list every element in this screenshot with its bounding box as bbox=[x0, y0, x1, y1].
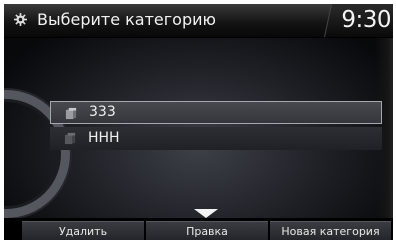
settings-gear-icon bbox=[14, 13, 27, 26]
bottom-bar: Удалить Правка Новая категория bbox=[4, 218, 393, 240]
scroll-down-icon[interactable] bbox=[194, 209, 218, 218]
page-title: Выберите категорию bbox=[37, 10, 216, 29]
list-item-label: HHH bbox=[88, 130, 120, 146]
list-item-label: 333 bbox=[89, 104, 116, 120]
new-category-button[interactable]: Новая категория bbox=[270, 221, 391, 240]
list-item[interactable]: HHH bbox=[50, 127, 382, 150]
category-icon bbox=[64, 132, 76, 145]
category-list-area: 333 HHH bbox=[4, 38, 393, 218]
title-bar: Выберите категорию 9:30 bbox=[4, 4, 393, 38]
edit-button[interactable]: Правка bbox=[146, 221, 268, 240]
nav-screen: Выберите категорию 9:30 333 HHH Удалить … bbox=[4, 4, 393, 240]
category-icon bbox=[65, 107, 77, 120]
clock: 9:30 bbox=[341, 7, 391, 33]
delete-button[interactable]: Удалить bbox=[22, 221, 144, 240]
list-item-selected[interactable]: 333 bbox=[50, 101, 382, 124]
category-list: 333 HHH bbox=[50, 101, 382, 153]
